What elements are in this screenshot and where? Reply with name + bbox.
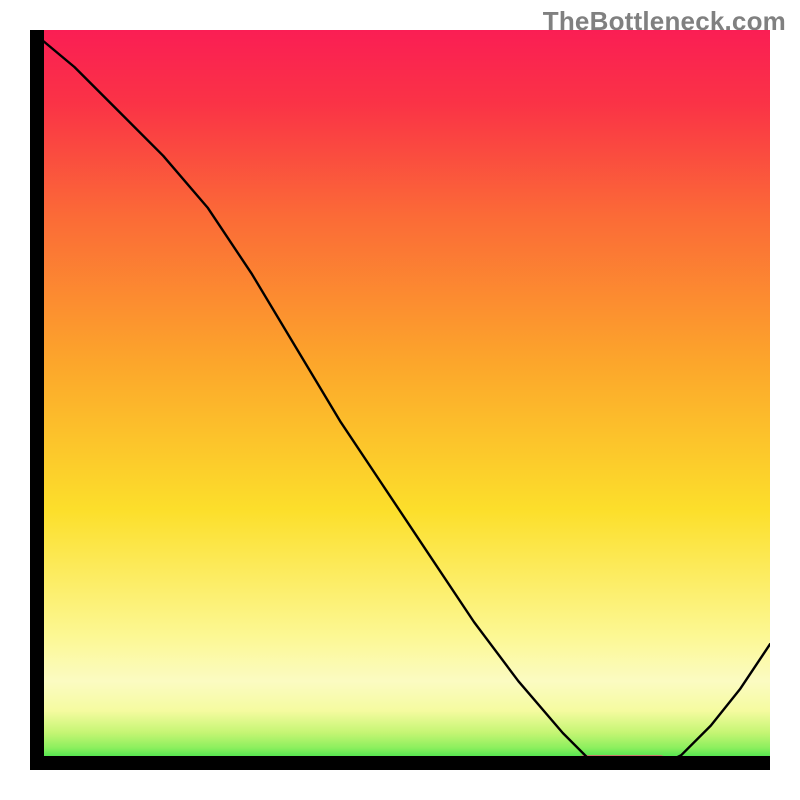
- bottleneck-chart: [30, 30, 770, 770]
- chart-stage: TheBottleneck.com: [0, 0, 800, 800]
- gradient-background: [30, 30, 770, 770]
